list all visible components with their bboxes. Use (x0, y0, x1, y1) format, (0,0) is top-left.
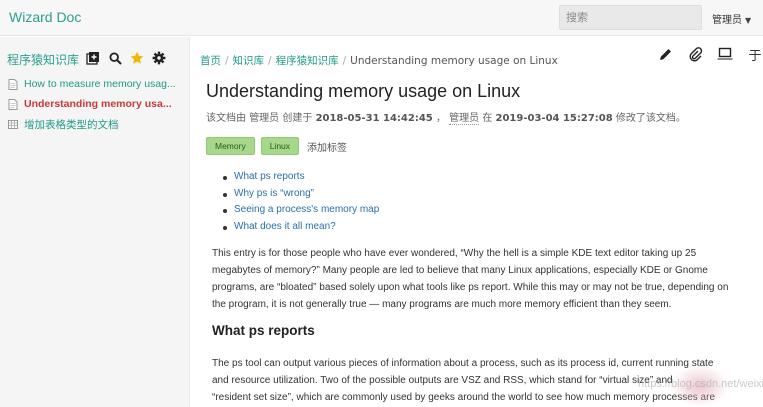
breadcrumb: 首页 / 知识库 / 程序猿知识库 / Understanding memory usage… (200, 53, 558, 68)
table-of-contents: What ps reports Why ps is “wrong” Seeing… (222, 171, 379, 238)
user-name: 管理员 (712, 15, 742, 26)
paragraph-line: This entry is for those people who have … (212, 248, 697, 259)
sidebar-toolbar (86, 51, 166, 65)
paragraph-line: megabytes of memory?” Many people are le… (212, 265, 708, 276)
tree-item-label: 增加表格类型的文档 (24, 118, 119, 131)
paragraph-line: the program, it is not generally true — … (212, 299, 672, 310)
document-icon (8, 98, 18, 110)
search-icon[interactable] (108, 51, 122, 65)
attachment-icon[interactable] (687, 46, 703, 62)
tree-item-doc[interactable]: How to measure memory usag... (8, 74, 188, 94)
meta-modified-prefix: 在 (482, 113, 493, 124)
document-icon (8, 78, 18, 90)
meta-modified-suffix: 修改了该文档。 (615, 113, 686, 124)
star-icon[interactable] (130, 51, 144, 65)
document-pane: 首页 / 知识库 / 程序猿知识库 / Understanding memory usage… (190, 37, 763, 407)
edit-icon[interactable] (657, 46, 673, 62)
add-note-icon[interactable] (86, 51, 100, 65)
watermark-text: https://blog.csdn.net/weixin_39875... (638, 378, 763, 390)
meta-comma: ， (435, 113, 446, 124)
table-doc-icon (8, 119, 18, 129)
breadcrumb-current: Understanding memory usage on Linux (350, 55, 558, 67)
tag-list: Memory Linux 添加标签 (206, 137, 347, 155)
toc-link[interactable]: What ps reports (222, 171, 379, 188)
meta-modifier[interactable]: 管理员 (449, 113, 480, 125)
toc-link[interactable]: Seeing a process's memory map (222, 204, 379, 221)
app-brand[interactable]: Wizard Doc (9, 9, 81, 25)
document-title: Understanding memory usage on Linux (206, 81, 521, 101)
breadcrumb-separator: / (342, 55, 347, 67)
toc-link[interactable]: Why ps is “wrong” (222, 188, 379, 205)
document-toolbar: 于 (657, 46, 763, 64)
document-meta: 该文档由 管理员 创建于 2018-05-31 14:42:45 ， 管理员 在… (206, 109, 686, 125)
breadcrumb-separator: / (225, 55, 229, 67)
meta-modified-at: 2019-03-04 15:27:08 (495, 113, 613, 124)
user-menu[interactable]: 管理员 ▼ (712, 11, 751, 26)
tree-item-doc-active[interactable]: Understanding memory usa... (8, 94, 188, 114)
gear-icon[interactable] (152, 51, 166, 65)
toolbar-overflow-text: 于 (748, 48, 762, 64)
knowledge-base-title[interactable]: 程序猿知识库 (7, 51, 79, 68)
meta-prefix: 该文档由 (206, 113, 246, 124)
section-heading: What ps reports (212, 323, 315, 338)
chevron-down-icon: ▼ (745, 16, 752, 25)
breadcrumb-kb[interactable]: 知识库 (233, 55, 265, 67)
tree-item-label: How to measure memory usag... (24, 78, 176, 90)
breadcrumb-home[interactable]: 首页 (200, 55, 221, 67)
document-tree: How to measure memory usag... Understand… (8, 74, 188, 134)
tree-item-label: Understanding memory usa... (24, 98, 172, 110)
breadcrumb-separator: / (268, 55, 272, 67)
intro-paragraph: This entry is for those people who have … (212, 245, 760, 313)
toc-link[interactable]: What does it all mean? (222, 221, 379, 238)
laptop-icon[interactable] (717, 46, 733, 62)
tree-item-doc[interactable]: 增加表格类型的文档 (8, 114, 188, 134)
meta-creator[interactable]: 管理员 (249, 113, 279, 124)
meta-created-label: 创建于 (282, 113, 313, 124)
paragraph-line: The ps tool can output various pieces of… (212, 358, 714, 369)
add-tag-link[interactable]: 添加标签 (307, 139, 347, 154)
paragraph-line: programs, are “bloated” based solely upo… (212, 282, 729, 293)
search-input[interactable] (559, 5, 702, 30)
tag-memory[interactable]: Memory (206, 137, 255, 155)
top-bar: Wizard Doc 管理员▼ (0, 0, 763, 36)
sidebar: 程序猿知识库 How to measure memory usag... Und… (0, 37, 190, 407)
breadcrumb-library[interactable]: 程序猿知识库 (276, 55, 339, 67)
tag-linux[interactable]: Linux (260, 137, 300, 155)
meta-created-at: 2018-05-31 14:42:45 (315, 113, 433, 124)
